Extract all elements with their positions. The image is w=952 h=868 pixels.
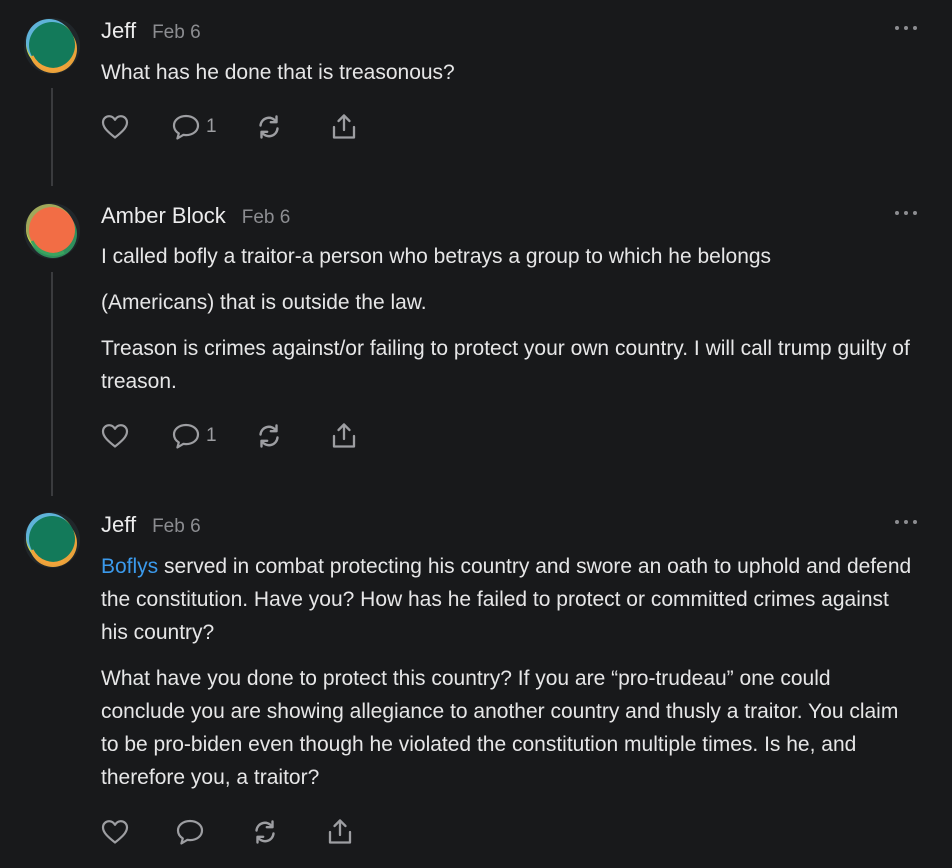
reply-button[interactable]: 1 [171, 421, 217, 451]
like-button[interactable] [100, 817, 130, 847]
like-button[interactable] [100, 421, 130, 451]
share-button[interactable] [329, 112, 359, 142]
share-icon [325, 817, 355, 847]
reply-count: 1 [206, 425, 217, 446]
comment-body: What has he done that is treasonous? [101, 56, 919, 89]
comment-date[interactable]: Feb 6 [242, 207, 291, 229]
restack-button[interactable] [254, 112, 284, 142]
comment-header: Jeff Feb 6 [101, 18, 201, 48]
heart-icon [100, 112, 130, 142]
comment-icon [175, 817, 205, 847]
restack-button[interactable] [250, 817, 280, 847]
restack-icon [254, 421, 284, 451]
author-name[interactable]: Amber Block [101, 203, 226, 229]
comment-paragraph: (Americans) that is outside the law. [101, 291, 427, 314]
heart-icon [100, 817, 130, 847]
comment-date[interactable]: Feb 6 [152, 516, 201, 538]
thread-line [51, 272, 53, 496]
author-name[interactable]: Jeff [101, 512, 136, 538]
comment-text: served in combat protecting his country … [101, 555, 912, 644]
more-options-icon[interactable] [895, 22, 917, 34]
comment-paragraph: What have you done to protect this count… [101, 667, 899, 789]
avatar[interactable] [24, 18, 80, 74]
author-name[interactable]: Jeff [101, 18, 136, 44]
like-button[interactable] [100, 112, 130, 142]
comment-icon [171, 112, 201, 142]
comment-date[interactable]: Feb 6 [152, 22, 201, 44]
comment-actions: 1 [100, 421, 359, 451]
comment-thread: Jeff Feb 6 What has he done that is trea… [0, 0, 952, 868]
restack-button[interactable] [254, 421, 284, 451]
share-icon [329, 421, 359, 451]
restack-icon [250, 817, 280, 847]
comment-actions [100, 817, 355, 847]
share-button[interactable] [329, 421, 359, 451]
comment-paragraph: What has he done that is treasonous? [101, 61, 455, 84]
comment-paragraph: I called bofly a traitor-a person who be… [101, 245, 772, 268]
reply-count: 1 [206, 116, 217, 137]
comment-body: Boflys served in combat protecting his c… [101, 550, 919, 794]
restack-icon [254, 112, 284, 142]
share-icon [329, 112, 359, 142]
avatar[interactable] [24, 512, 80, 568]
more-options-icon[interactable] [895, 516, 917, 528]
comment-body: I called bofly a traitor-a person who be… [101, 240, 919, 398]
user-mention-link[interactable]: Boflys [101, 555, 158, 578]
reply-button[interactable] [175, 817, 205, 847]
reply-button[interactable]: 1 [171, 112, 217, 142]
thread-line [51, 88, 53, 186]
comment-paragraph: Treason is crimes against/or failing to … [101, 337, 910, 393]
share-button[interactable] [325, 817, 355, 847]
comment-paragraph: Boflys served in combat protecting his c… [101, 550, 919, 649]
avatar[interactable] [24, 203, 80, 259]
more-options-icon[interactable] [895, 207, 917, 219]
heart-icon [100, 421, 130, 451]
comment-actions: 1 [100, 112, 359, 142]
comment-icon [171, 421, 201, 451]
comment-header: Jeff Feb 6 [101, 512, 201, 542]
comment-header: Amber Block Feb 6 [101, 203, 290, 233]
